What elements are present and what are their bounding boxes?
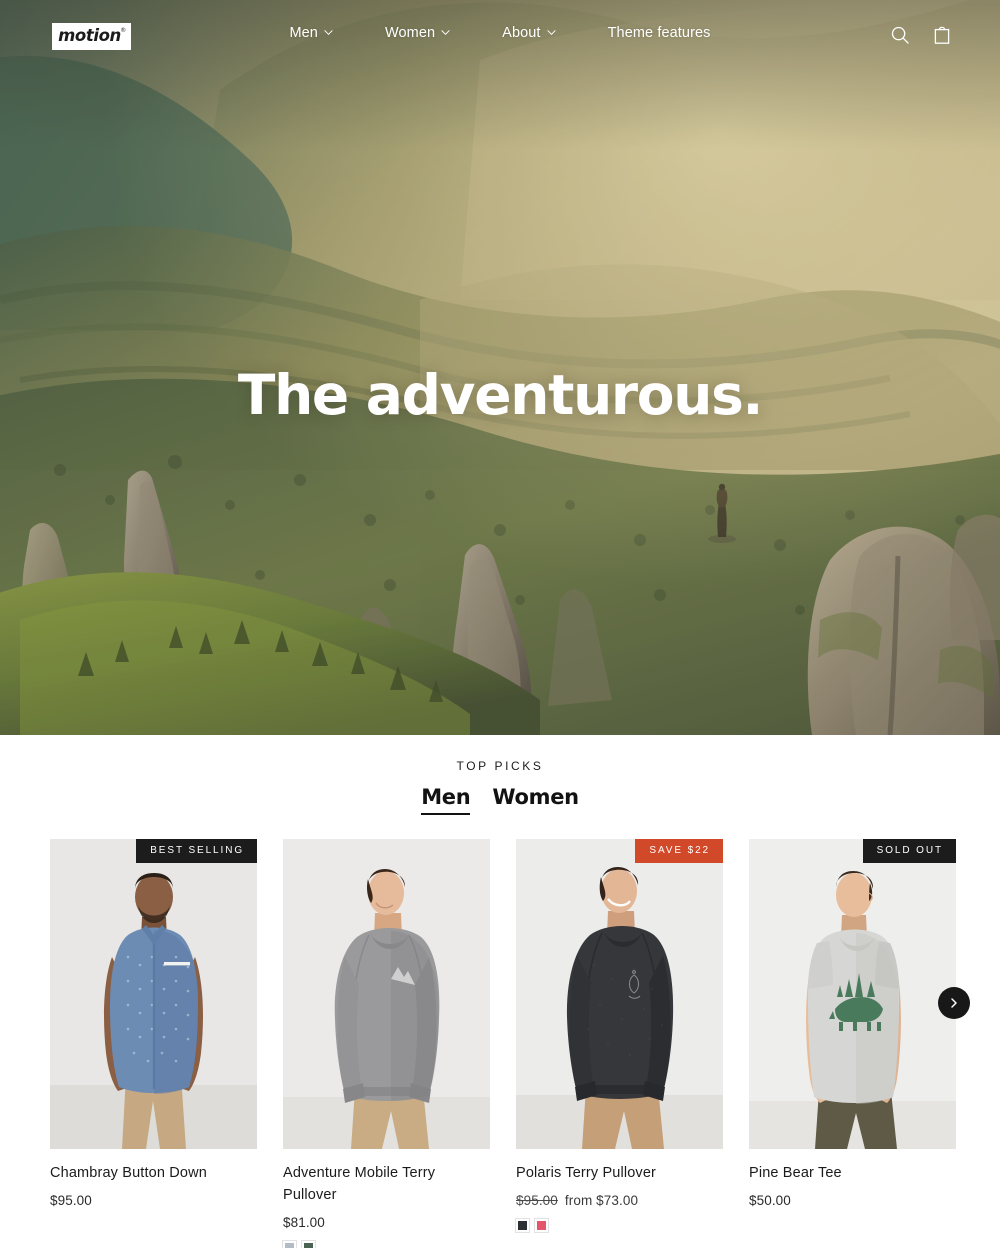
product-title: Polaris Terry Pullover: [516, 1165, 657, 1181]
cart-icon[interactable]: [932, 24, 952, 50]
color-swatch-forest-green[interactable]: [301, 1239, 316, 1248]
tab-women[interactable]: Women: [492, 785, 579, 815]
product-image-pine-bear-tee[interactable]: SOLD OUT: [749, 839, 956, 1149]
product-card: BEST SELLING Chambray Button Down $95.00: [50, 839, 257, 1248]
color-swatch-light-blue[interactable]: [282, 1239, 297, 1248]
chevron-down-icon: [441, 28, 450, 37]
price-current: $50.00: [749, 1192, 791, 1208]
carousel-next-button[interactable]: [938, 987, 970, 1019]
nav-item-label: Theme features: [607, 25, 711, 41]
hero-title: The adventurous.: [237, 363, 764, 427]
product-carousel: BEST SELLING Chambray Button Down $95.00: [0, 839, 1000, 1248]
chevron-right-icon: [951, 998, 957, 1008]
product-image-chambray-button-down[interactable]: BEST SELLING: [50, 839, 257, 1149]
product-badge: SOLD OUT: [862, 839, 956, 863]
color-swatch-list: [282, 1239, 490, 1248]
header-icon-group: [890, 24, 952, 50]
hero-section: motion ® Men Women About Theme features …: [0, 0, 1000, 735]
price-current: $95.00: [50, 1192, 92, 1208]
search-icon[interactable]: [890, 25, 910, 50]
site-header: motion ® Men Women About Theme features: [0, 0, 1000, 73]
product-badge: BEST SELLING: [136, 839, 257, 863]
product-price: $50.00: [749, 1193, 956, 1208]
nav-item-about[interactable]: About: [476, 25, 581, 41]
color-swatch-charcoal[interactable]: [515, 1217, 530, 1233]
nav-item-label: Men: [289, 25, 318, 41]
color-swatch-list: [515, 1217, 723, 1233]
nav-item-label: About: [502, 25, 541, 41]
product-image-adventure-mobile-terry-pullover[interactable]: [283, 839, 490, 1149]
nav-item-men[interactable]: Men: [263, 25, 359, 41]
chevron-down-icon: [546, 28, 556, 37]
nav-item-label: Women: [384, 25, 436, 41]
nav-item-women[interactable]: Women: [359, 25, 476, 41]
product-title: Pine Bear Tee: [749, 1165, 842, 1181]
chevron-down-icon: [324, 28, 333, 37]
price-current: from $73.00: [564, 1192, 639, 1208]
section-eyebrow: TOP PICKS: [456, 759, 544, 773]
price-current: $81.00: [283, 1214, 325, 1230]
product-image-polaris-terry-pullover[interactable]: SAVE $22: [516, 839, 723, 1149]
color-swatch-coral-red[interactable]: [534, 1217, 549, 1233]
product-badge: SAVE $22: [635, 839, 723, 863]
tab-men[interactable]: Men: [421, 785, 471, 815]
top-picks-section: TOP PICKS Men Women BEST SELLING Chambra…: [0, 735, 1000, 1248]
main-navigation: Men Women About Theme features: [0, 25, 1000, 41]
product-title: Chambray Button Down: [50, 1165, 207, 1181]
tab-label: Women: [492, 785, 579, 809]
product-title: Adventure Mobile Terry Pullover: [283, 1165, 436, 1203]
collection-tabs: Men Women: [0, 785, 1000, 815]
product-price: $81.00: [283, 1215, 490, 1230]
tab-label: Men: [421, 785, 471, 809]
price-compare-at: $95.00: [516, 1192, 558, 1208]
nav-item-theme-features[interactable]: Theme features: [582, 25, 737, 41]
product-price: $95.00 from $73.00: [516, 1193, 723, 1208]
product-card: SOLD OUT Pine Bear Tee $50.00: [749, 839, 956, 1248]
product-card: Adventure Mobile Terry Pullover $81.00: [282, 839, 490, 1248]
product-card: SAVE $22 Polaris Terry Pullover $95.00 f…: [515, 839, 723, 1248]
product-price: $95.00: [50, 1193, 257, 1208]
